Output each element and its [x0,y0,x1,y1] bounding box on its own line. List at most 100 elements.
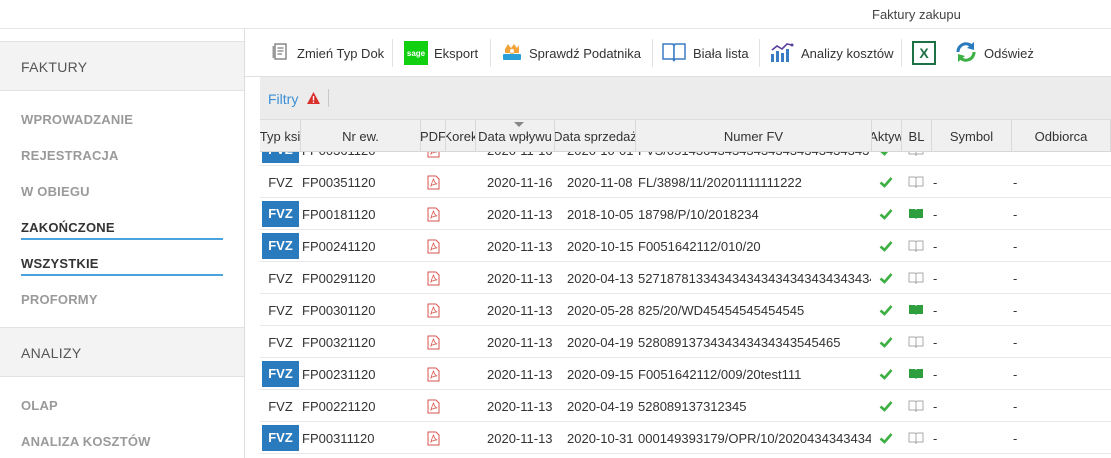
check-taxpayer-button[interactable]: Sprawdź Podatnika [501,39,641,67]
sidebar-item-analiza-kosztow[interactable]: ANALIZA KOSZTÓW [21,428,223,454]
table-row[interactable]: FVZ FP00241120 2020-11-13 2020-10-15 F005164… [260,230,1111,262]
odbiorca-cell: - [1013,302,1018,318]
sidebar-item-proformy[interactable]: PROFORMY [21,286,223,312]
table-row[interactable]: FVZ FP00291120 2020-11-13 2020-04-13 5271878… [260,262,1111,294]
symbol-cell: - [933,366,938,382]
symbol-cell: - [933,174,938,190]
data-sprzedazy-cell: 2020-10-15 [567,238,634,254]
column-header-typ[interactable]: Typ ksi [260,120,301,152]
cost-analysis-button[interactable]: Analizy kosztów [769,39,893,67]
column-header-pdf[interactable]: PDF [421,120,446,152]
pdf-icon[interactable] [427,390,443,422]
column-header-bl[interactable]: BL [902,120,932,152]
chart-icon [769,41,795,66]
cost-analysis-label: Analizy kosztów [801,45,894,61]
white-list-book-icon[interactable] [908,198,926,230]
table-row[interactable]: FVZ FP00231120 2020-11-13 2020-09-15 F005164… [260,358,1111,390]
symbol-cell: - [933,334,938,350]
filters-toggle[interactable]: Filtry [268,91,298,107]
export-button[interactable]: sage Eksport [404,39,478,67]
column-header-symbol[interactable]: Symbol [932,120,1012,152]
white-list-book-icon[interactable] [908,230,926,262]
change-doc-type-button[interactable]: Zmień Typ Dok [271,39,384,67]
toolbar-divider [652,39,653,67]
sidebar-item-w-obiegu[interactable]: W OBIEGU [21,178,223,204]
white-list-book-icon[interactable] [908,422,926,454]
column-header-odbiorca[interactable]: Odbiorca [1012,120,1111,152]
column-header-data-sprzedazy[interactable]: Data sprzedaż [555,120,636,152]
table-row[interactable]: FVZ FP00301120 2020-11-13 2020-05-28 825/20/… [260,294,1111,326]
pdf-icon[interactable] [427,358,443,390]
check-icon [879,326,897,358]
check-icon [879,390,897,422]
table-row[interactable]: FVZFP00361120 2020-11-16 2020-10-01FVS/051… [260,152,1111,166]
column-header-korekta[interactable]: Korek [446,120,476,152]
toolbar-divider [392,39,393,67]
export-label: Eksport [434,45,479,61]
odbiorca-cell: - [1013,270,1018,286]
check-taxpayer-label: Sprawdź Podatnika [529,45,642,61]
nr-ew-cell: FP00361120 [302,152,420,166]
symbol-cell: - [933,270,938,286]
numer-fv-cell: 5280891373434343434343545465 [638,334,841,350]
pdf-icon[interactable] [427,152,443,166]
numer-fv-cell: 18798/P/10/2018234 [638,206,759,222]
table-row[interactable]: FVZ FP00221120 2020-11-13 2020-04-19 5280891… [260,390,1111,422]
table-row[interactable]: FVZ FP00351120 2020-11-16 2020-11-08 FL/3898… [260,166,1111,198]
warning-icon [306,91,321,110]
white-list-book-icon[interactable] [908,326,926,358]
sidebar-item-wszystkie[interactable]: WSZYSTKIE [21,250,223,276]
data-sprzedazy-cell: 2020-10-01 [567,152,637,166]
sidebar-item-olap[interactable]: OLAP [21,392,223,418]
check-icon [879,422,897,454]
sidebar-item-wprowadzanie[interactable]: WPROWADZANIE [21,106,223,132]
data-wplywu-cell: 2020-11-13 [487,430,553,446]
table-row[interactable]: FVZ FP00181120 2020-11-13 2018-10-05 18798/P… [260,198,1111,230]
nr-ew-cell: FP00221120 [302,398,376,414]
data-sprzedazy-cell: 2020-11-08 [567,174,633,190]
column-header-numer-fv[interactable]: Numer FV [636,120,872,152]
symbol-cell: - [933,302,938,318]
pdf-icon[interactable] [427,422,443,454]
odbiorca-cell: - [1013,366,1018,382]
refresh-icon [954,40,978,67]
sidebar-item-zakonczone[interactable]: ZAKOŃCZONE [21,214,223,240]
white-list-book-icon[interactable] [908,262,926,294]
nr-ew-cell: FP00351120 [302,174,376,190]
excel-button[interactable]: X [912,39,942,67]
data-wplywu-cell: 2020-11-13 [487,398,553,414]
numer-fv-cell: F0051642112/009/20test111 [638,366,802,382]
toolbar-divider [901,39,902,67]
white-list-book-icon[interactable] [908,358,926,390]
check-icon [879,230,897,262]
taxpayer-icon [501,41,523,66]
doc-type-badge: FVZ [262,425,299,451]
pdf-icon[interactable] [427,326,443,358]
main-content: Zmień Typ Dok sage Eksport Sprawdź Podat… [245,29,1111,458]
sidebar-item-rejestracja[interactable]: REJESTRACJA [21,142,223,168]
odbiorca-cell: - [1013,238,1018,254]
pdf-icon[interactable] [427,262,443,294]
sidebar-section-analizy[interactable]: ANALIZY [0,327,244,377]
pdf-icon[interactable] [427,198,443,230]
table-row[interactable]: FVZ FP00321120 2020-11-13 2020-04-19 5280891… [260,326,1111,358]
white-list-button[interactable]: Biała lista [661,39,749,67]
pdf-icon[interactable] [427,230,443,262]
column-header-nr-ew[interactable]: Nr ew. [301,120,421,152]
odbiorca-cell: - [1013,152,1053,166]
column-header-aktywny[interactable]: Aktyw [872,120,902,152]
white-list-book-icon[interactable] [908,294,926,326]
table-row[interactable]: FVZ FP00311120 2020-11-13 2020-10-31 0001493… [260,422,1111,454]
white-list-book-icon[interactable] [908,152,926,166]
doc-type-badge: FVZ [262,152,299,163]
data-sprzedazy-cell: 2020-04-19 [567,334,634,350]
white-list-book-icon[interactable] [908,390,926,422]
nr-ew-cell: FP00241120 [302,238,376,254]
pdf-icon[interactable] [427,294,443,326]
refresh-button[interactable]: Odśwież [954,39,1034,67]
white-list-book-icon[interactable] [908,166,926,198]
symbol-cell: - [933,206,938,222]
sidebar-section-faktury[interactable]: FAKTURY [0,41,244,91]
document-icon [271,42,291,65]
pdf-icon[interactable] [427,166,443,198]
